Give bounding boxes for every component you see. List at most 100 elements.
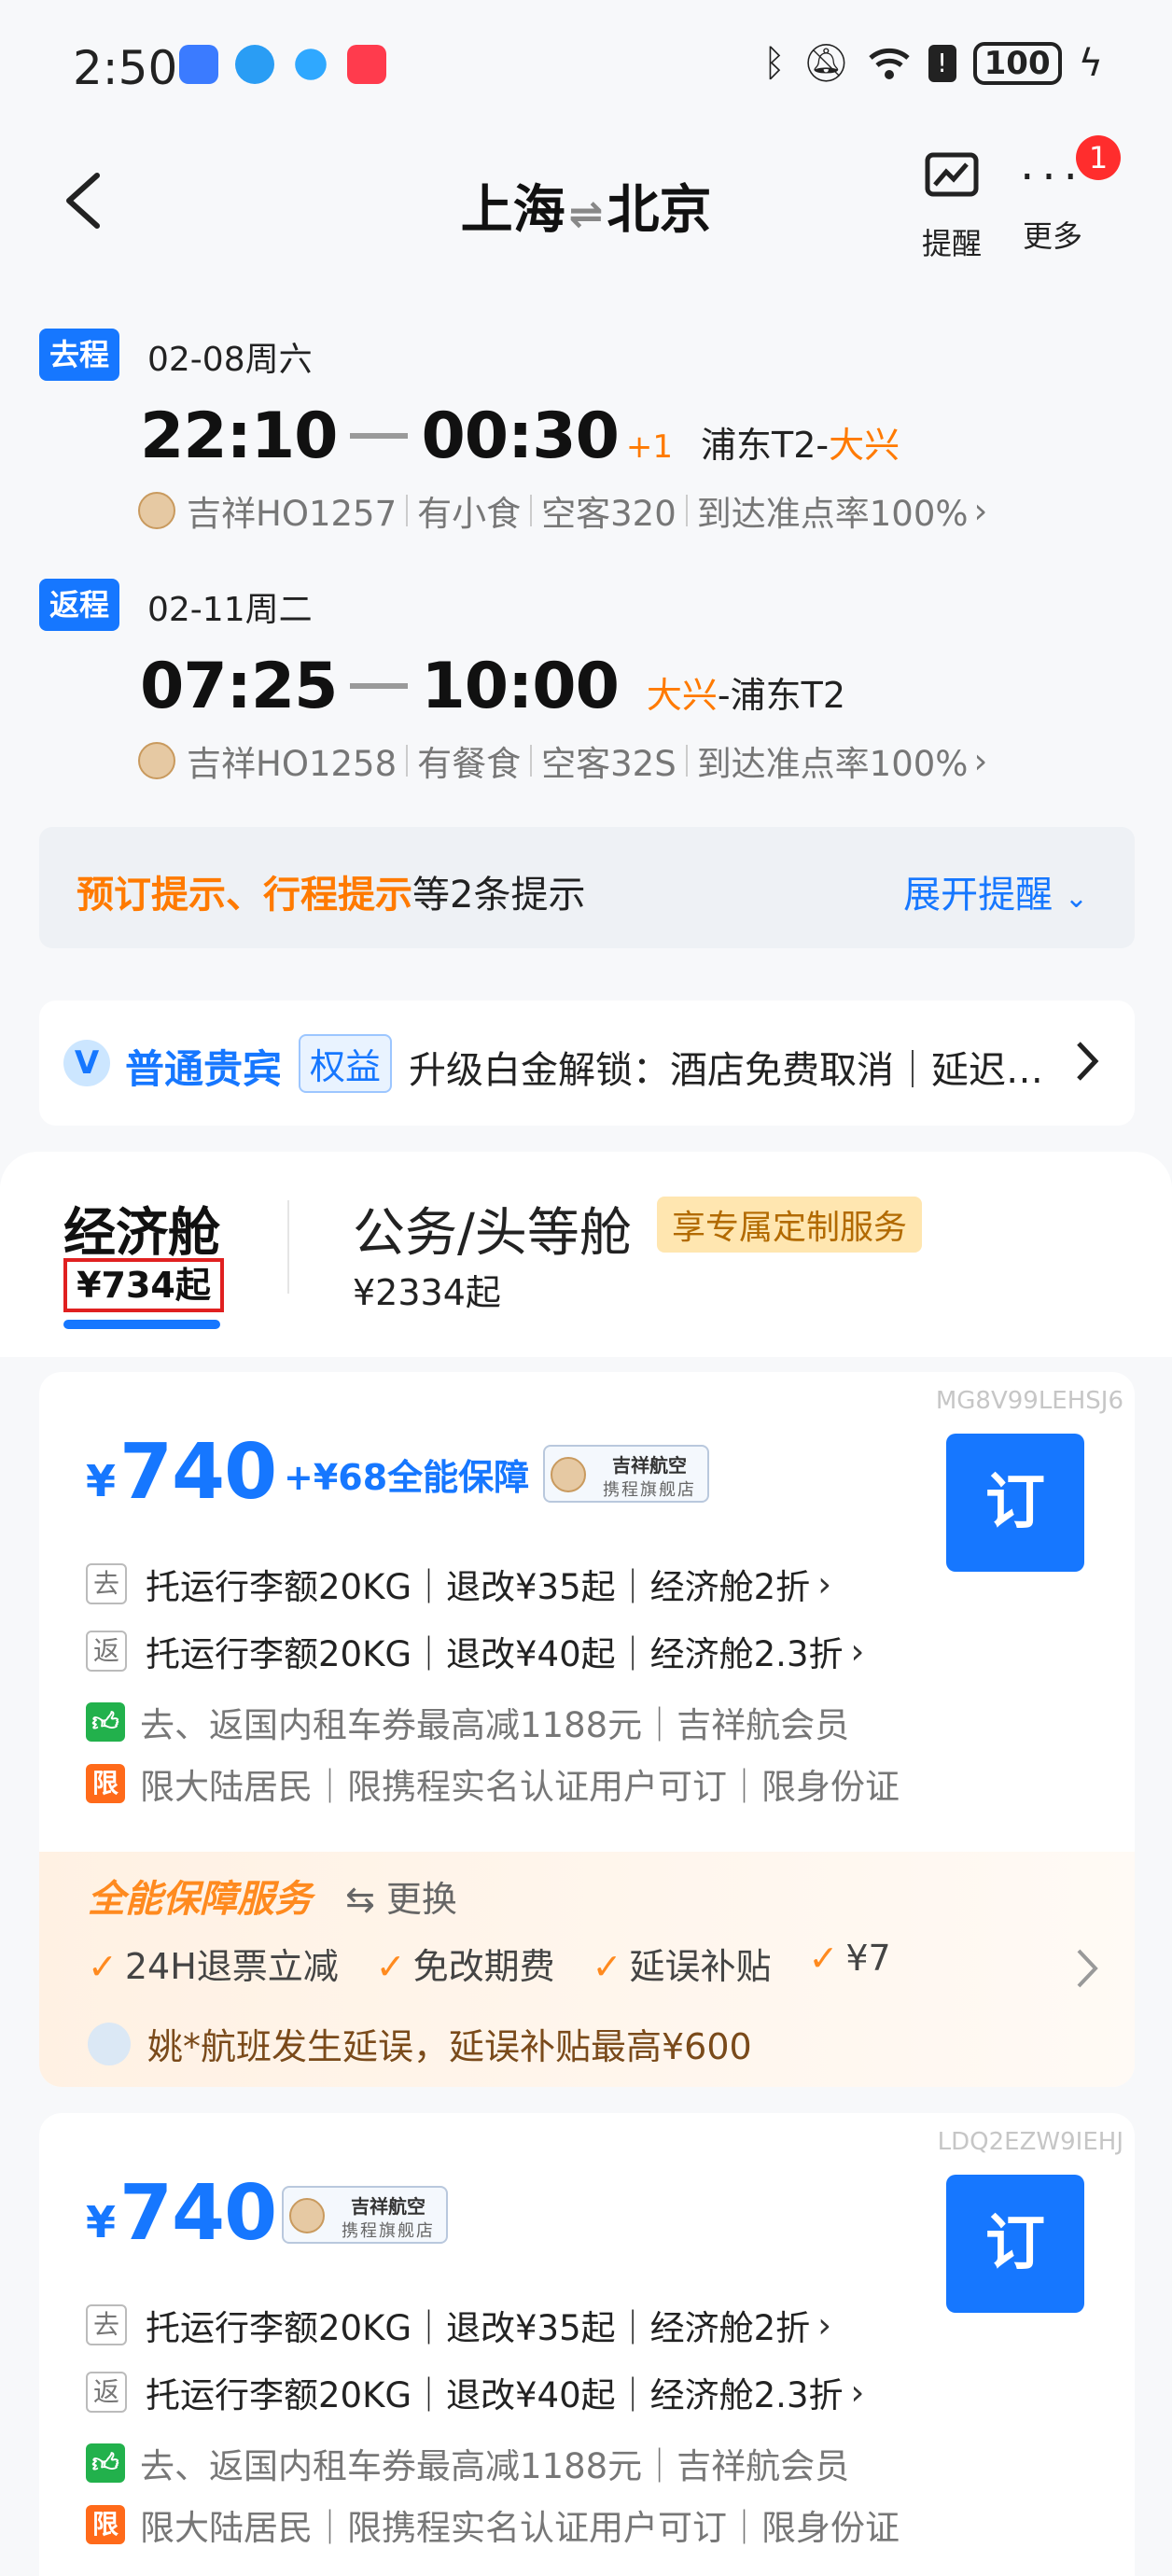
avatar bbox=[88, 2022, 131, 2065]
rule-tag: 返 bbox=[86, 2372, 127, 2413]
return-punctuality: 到达准点率100% bbox=[696, 744, 969, 784]
offer-price: 740 bbox=[119, 2169, 277, 2258]
chevron-right-icon: › bbox=[817, 1563, 831, 1604]
member-benefit-bar[interactable]: V 普通贵宾 权益 升级白金解锁：酒店免费取消｜延迟… bbox=[39, 1001, 1135, 1126]
return-flight-no: 吉祥HO1258 bbox=[187, 744, 398, 784]
return-airports: 大兴-浦东T2 bbox=[646, 675, 846, 716]
notice-highlight: 预订提示、行程提示 bbox=[77, 874, 412, 917]
swap-service-button[interactable]: ⇆ 更换 bbox=[345, 1870, 457, 1922]
service-item: ✓ 延误补贴 bbox=[593, 1938, 772, 1989]
expand-notice-button[interactable]: 展开提醒 ⌄ bbox=[903, 864, 1088, 918]
outbound-flight-info[interactable]: 吉祥HO1257 有小食 空客320 到达准点率100% › bbox=[138, 485, 987, 536]
tab-active-indicator bbox=[63, 1320, 220, 1329]
chevron-right-icon bbox=[1077, 1042, 1099, 1081]
return-times: 07:25 10:00 大兴-浦东T2 bbox=[140, 650, 845, 723]
restriction-row: 限 限大陆居民｜限携程实名认证用户可订｜限身份证 bbox=[86, 1758, 900, 1809]
return-meal: 有餐食 bbox=[417, 744, 522, 784]
offer-code: MG8V99LEHSJ6 bbox=[935, 1387, 1123, 1415]
tab-economy[interactable]: 经济舱 bbox=[63, 1191, 220, 1267]
offer-card[interactable]: LDQ2EZW9IEHJ ¥ 740 吉祥航空 携程旗舰店 订 去 托运行李额2… bbox=[39, 2113, 1135, 2576]
store-sub: 携程旗舰店 bbox=[342, 2221, 435, 2241]
check-icon: ✓ bbox=[592, 1946, 622, 1987]
store-badge: 吉祥航空 携程旗舰店 bbox=[282, 2186, 448, 2244]
outbound-airports: 浦东T2-大兴 bbox=[701, 425, 900, 466]
member-upgrade-text: 升级白金解锁：酒店免费取消｜延迟… bbox=[409, 1049, 1043, 1092]
service-item: ✓ ¥7 bbox=[809, 1938, 891, 1989]
bluetooth-icon: ᛒ bbox=[762, 41, 786, 85]
restriction-icon: 限 bbox=[86, 2505, 125, 2544]
tab-business[interactable]: 公务/头等舱 bbox=[353, 1191, 632, 1267]
outbound-tag: 去程 bbox=[39, 329, 119, 381]
return-rule-row[interactable]: 返 托运行李额20KG｜退改¥40起｜经济舱2.3折 › bbox=[86, 1626, 864, 1676]
chevron-right-icon: › bbox=[850, 1631, 865, 1672]
service-items: ✓ 24H退票立减 ✓ 免改期费 ✓ 延误补贴 ✓ ¥7 bbox=[88, 1938, 1021, 1989]
notice-rest: 等2条提示 bbox=[412, 874, 586, 917]
next-day-mark: +1 bbox=[625, 428, 674, 466]
offer-price: 740 bbox=[119, 1428, 277, 1517]
outbound-punctuality: 到达准点率100% bbox=[696, 494, 969, 534]
chevron-right-icon: › bbox=[973, 740, 988, 781]
protection-service-panel[interactable]: 全能保障服务 ⇆ 更换 ✓ 24H退票立减 ✓ 免改期费 ✓ 延误补贴 ✓ ¥7 姚*航… bbox=[39, 1852, 1135, 2087]
book-button[interactable]: 订 bbox=[946, 2175, 1084, 2313]
outbound-rule-row[interactable]: 去 托运行李额20KG｜退改¥35起｜经济舱2折 › bbox=[86, 2300, 831, 2350]
mute-icon: 🔕︎ bbox=[802, 42, 850, 85]
outbound-rule-row[interactable]: 去 托运行李额20KG｜退改¥35起｜经济舱2折 › bbox=[86, 1559, 831, 1609]
swap-arrows-icon: ⇌ bbox=[568, 190, 604, 238]
offer-card[interactable]: MG8V99LEHSJ6 ¥ 740 +¥68全能保障 吉祥航空 携程旗舰店 订… bbox=[39, 1372, 1135, 2087]
more-label: 更多 bbox=[1022, 218, 1082, 254]
perk-text: 去、返国内租车券最高减1188元｜吉祥航会员 bbox=[140, 2446, 850, 2486]
chevron-down-icon: ⌄ bbox=[1064, 882, 1088, 915]
restriction-icon: 限 bbox=[86, 1764, 125, 1803]
route-from: 上海 bbox=[460, 180, 565, 241]
thumbs-up-icon: 👍︎ bbox=[86, 1702, 125, 1742]
airline-logo-icon bbox=[551, 1457, 586, 1492]
member-level: 普通贵宾 bbox=[125, 1046, 283, 1092]
store-badge: 吉祥航空 携程旗舰店 bbox=[543, 1445, 709, 1503]
addon-protection: +¥68全能保障 bbox=[284, 1457, 530, 1498]
book-button[interactable]: 订 bbox=[946, 1434, 1084, 1572]
charging-icon: ϟ bbox=[1078, 41, 1103, 85]
vip-icon: V bbox=[63, 1040, 110, 1086]
return-airport-to: 浦东T2 bbox=[730, 675, 846, 716]
business-price: ¥2334起 bbox=[353, 1272, 501, 1313]
rule-text: 托运行李额20KG｜退改¥40起｜经济舱2.3折 bbox=[146, 1634, 844, 1674]
store-name: 吉祥航空 bbox=[351, 2195, 426, 2218]
outbound-date: 02-08周六 bbox=[147, 341, 313, 379]
chevron-right-icon: › bbox=[850, 2372, 865, 2413]
thumbs-up-icon: 👍︎ bbox=[86, 2443, 125, 2483]
arrow-icon bbox=[350, 683, 409, 689]
rule-text: 托运行李额20KG｜退改¥35起｜经济舱2折 bbox=[146, 2308, 811, 2348]
outbound-airport-to: 大兴 bbox=[829, 425, 900, 466]
economy-price: ¥734起 bbox=[63, 1258, 224, 1312]
alert-button[interactable]: 提醒 bbox=[905, 149, 998, 263]
arrow-icon bbox=[350, 433, 409, 439]
check-icon: ✓ bbox=[808, 1938, 839, 1979]
restriction-row: 限 限大陆居民｜限携程实名认证用户可订｜限身份证 bbox=[86, 2499, 900, 2550]
service-item: ✓ 24H退票立减 bbox=[88, 1938, 339, 1989]
wifi-icon bbox=[868, 48, 910, 79]
offer-code: LDQ2EZW9IEHJ bbox=[937, 2128, 1123, 2156]
business-badge: 享专属定制服务 bbox=[657, 1197, 923, 1253]
alert-label: 提醒 bbox=[921, 226, 982, 261]
return-tag: 返程 bbox=[39, 579, 119, 631]
perk-row: 👍︎ 去、返国内租车券最高减1188元｜吉祥航会员 bbox=[86, 1697, 849, 1747]
airline-logo-icon bbox=[138, 492, 175, 529]
rule-tag: 返 bbox=[86, 1631, 127, 1672]
chevron-right-icon[interactable] bbox=[1073, 1945, 1101, 1992]
store-name: 吉祥航空 bbox=[612, 1454, 687, 1477]
outbound-meal: 有小食 bbox=[417, 494, 522, 534]
tab-divider bbox=[287, 1200, 289, 1294]
restriction-text: 限大陆居民｜限携程实名认证用户可订｜限身份证 bbox=[140, 1767, 900, 1807]
game-app-icon bbox=[347, 45, 386, 84]
service-item-label: 延误补贴 bbox=[629, 1946, 772, 1987]
rule-tag: 去 bbox=[86, 1563, 127, 1604]
testimonial-text: 姚*航班发生延误，延误补贴最高¥600 bbox=[147, 2026, 752, 2067]
usb-icon bbox=[179, 45, 218, 84]
currency-symbol: ¥ bbox=[86, 1456, 117, 1506]
return-aircraft: 空客32S bbox=[541, 744, 677, 784]
booking-notice[interactable]: 预订提示、行程提示等2条提示 展开提醒 ⌄ bbox=[39, 827, 1135, 948]
return-flight-info[interactable]: 吉祥HO1258 有餐食 空客32S 到达准点率100% › bbox=[138, 735, 987, 786]
store-sub: 携程旗舰店 bbox=[603, 1480, 696, 1500]
chevron-right-icon: › bbox=[817, 2304, 831, 2345]
return-rule-row[interactable]: 返 托运行李额20KG｜退改¥40起｜经济舱2.3折 › bbox=[86, 2367, 864, 2417]
